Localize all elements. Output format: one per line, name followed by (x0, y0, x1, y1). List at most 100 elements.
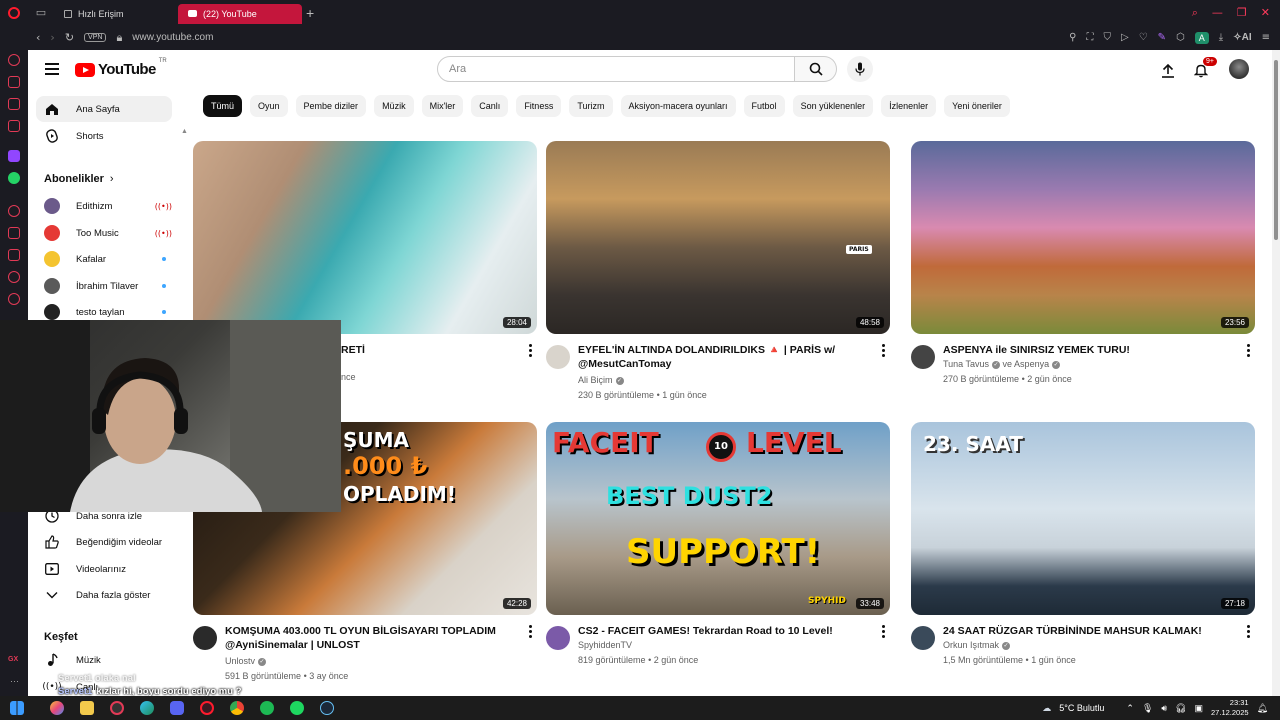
profile-button[interactable]: A (1194, 31, 1209, 44)
more-options-icon[interactable] (529, 344, 533, 357)
video-thumbnail[interactable]: FACEIT 10 LEVEL BEST DUST2 SUPPORT! SPYH… (546, 422, 890, 615)
video-title[interactable]: EYFEL'İN ALTINDA DOLANDIRILDIKS 🔺 | PARİ… (578, 343, 868, 371)
more-options-icon[interactable] (529, 625, 533, 638)
download-icon[interactable]: ⤓ (1219, 32, 1223, 43)
close-icon[interactable]: ✕ (1261, 6, 1270, 20)
sidebar-item-show-more[interactable]: Daha fazla göster (36, 582, 172, 608)
chip[interactable]: Müzik (374, 95, 414, 117)
snapshot-icon[interactable]: ⛶ (1086, 32, 1093, 43)
chip[interactable]: İzlenenler (881, 95, 937, 117)
account-avatar[interactable] (1229, 59, 1249, 79)
chip-all[interactable]: Tümü (203, 95, 243, 117)
spotify-icon[interactable] (260, 701, 274, 715)
messenger-icon[interactable] (8, 98, 20, 110)
sidebar-item-music[interactable]: Müzik (36, 647, 172, 673)
more-options-icon[interactable] (882, 344, 886, 357)
maximize-icon[interactable]: ❐ (1237, 6, 1247, 20)
steam-icon[interactable] (320, 701, 334, 715)
whatsapp-icon[interactable] (8, 172, 20, 184)
tab-quick-access[interactable]: Hızlı Erişim (54, 4, 178, 24)
channel-avatar[interactable] (546, 345, 570, 369)
weather-icon[interactable]: ☁ (1042, 703, 1051, 714)
reload-icon[interactable]: ↻ (65, 31, 74, 44)
more-icon[interactable]: ··· (10, 676, 19, 686)
spotify-alt-icon[interactable] (290, 701, 304, 715)
youtube-logo[interactable]: YouTube TR (75, 58, 167, 78)
scroll-up-icon[interactable]: ▲ (181, 128, 188, 135)
video-channel[interactable]: Ali Biçim ✓ (578, 373, 878, 388)
more-options-icon[interactable] (882, 625, 886, 638)
subscription-item[interactable]: Kafalar (36, 246, 172, 272)
video-channel[interactable]: SpyhiddenTV (578, 638, 878, 653)
channel-name[interactable]: SpyhiddenTV (578, 640, 632, 650)
tray-overflow-icon[interactable]: ⌃ (1126, 703, 1134, 714)
channel-extra[interactable]: ve Aspenya (1003, 359, 1050, 369)
sidebar-item-shorts[interactable]: Shorts (36, 123, 172, 149)
notifications-button[interactable]: 9+ (1191, 57, 1217, 80)
subscriptions-heading[interactable]: Abonelikler › (44, 173, 114, 185)
wallet-icon[interactable] (8, 227, 20, 239)
subscription-item[interactable]: Too Music ((•)) (36, 220, 172, 246)
sidebar-item-your-videos[interactable]: Videolarınız (36, 556, 172, 582)
network-icon[interactable]: ▣ (1195, 703, 1204, 714)
chip[interactable]: Pembe diziler (295, 95, 367, 117)
vpn-badge[interactable]: VPN (84, 33, 107, 42)
chip[interactable]: Yeni öneriler (944, 95, 1010, 117)
opera-icon[interactable] (200, 701, 214, 715)
edge-icon[interactable] (140, 701, 154, 715)
subscription-item[interactable]: Edithizm ((•)) (36, 193, 172, 219)
video-card[interactable]: 23. SAAT 27:18 24 SAAT RÜZGAR TÜRBİNİNDE… (911, 422, 1255, 692)
pin-icon[interactable]: ⚲ (1069, 32, 1076, 43)
chip[interactable]: Turizm (569, 95, 613, 117)
easy-setup-icon[interactable]: ✎ (1158, 32, 1166, 43)
chrome-icon[interactable] (230, 701, 244, 715)
file-explorer-icon[interactable] (80, 701, 94, 715)
chip[interactable]: Mix'ler (421, 95, 464, 117)
video-title[interactable]: 24 SAAT RÜZGAR TÜRBİNİNDE MAHSUR KALMAK! (943, 624, 1233, 638)
tab-menu-icon[interactable]: ▭ (28, 6, 54, 19)
bookmark-icon[interactable] (8, 249, 20, 261)
chip[interactable]: Canlı (471, 95, 509, 117)
new-tab-button[interactable]: + (306, 5, 314, 21)
chip[interactable]: Fitness (516, 95, 562, 117)
history-icon[interactable] (8, 271, 20, 283)
chip[interactable]: Futbol (743, 95, 785, 117)
video-card[interactable]: 23:56 ASPENYA ile SINIRSIZ YEMEK TURU! T… (911, 141, 1255, 401)
channel-avatar[interactable] (193, 626, 217, 650)
tab-youtube[interactable]: (22) YouTube (178, 3, 302, 24)
search-input[interactable]: Ara (437, 56, 795, 82)
extensions-icon[interactable]: ⬡ (1176, 32, 1185, 43)
video-thumbnail[interactable]: PARIS 48:58 (546, 141, 890, 334)
player-sidebar-icon[interactable] (8, 205, 20, 217)
briefcase-icon[interactable] (8, 76, 20, 88)
adblock-icon[interactable]: ⛉ (1103, 32, 1111, 43)
channel-name[interactable]: Unlostv (225, 656, 255, 666)
video-channel[interactable]: Tuna Tavus ✓ ve Aspenya ✓ (943, 357, 1243, 372)
video-title[interactable]: KOMŞUMA 403.000 TL OYUN BİLGİSAYARI TOPL… (225, 624, 515, 652)
volume-icon[interactable]: 🔊︎ (1161, 703, 1167, 714)
back-icon[interactable]: ‹ (36, 31, 40, 44)
create-button[interactable] (1158, 60, 1178, 80)
headset-icon[interactable]: 🎧︎ (1175, 703, 1186, 714)
chip[interactable]: Aksiyon-macera oyunları (620, 95, 736, 117)
copilot-icon[interactable] (50, 701, 64, 715)
page-scrollbar[interactable] (1272, 50, 1280, 696)
sidebar-item-home[interactable]: Ana Sayfa (36, 96, 172, 122)
video-card[interactable]: PARIS 48:58 EYFEL'İN ALTINDA DOLANDIRILD… (546, 141, 890, 401)
chip[interactable]: Oyun (250, 95, 288, 117)
channel-name[interactable]: Tuna Tavus (943, 359, 989, 369)
heart-icon[interactable]: ♡ (1139, 32, 1148, 43)
browser-menu-icon[interactable]: ≡ (1262, 32, 1270, 43)
channel-avatar[interactable] (911, 626, 935, 650)
video-thumbnail[interactable]: 23. SAAT 27:18 (911, 422, 1255, 615)
video-thumbnail[interactable]: 28:04 (193, 141, 537, 334)
video-channel[interactable]: Orkun Işıtmak ✓ (943, 638, 1243, 653)
search-button[interactable] (795, 56, 837, 82)
more-options-icon[interactable] (1247, 625, 1251, 638)
windows-start-icon[interactable] (10, 701, 24, 715)
video-channel[interactable]: Unlostv ✓ (225, 654, 525, 669)
discord-icon[interactable] (170, 701, 184, 715)
settings-icon[interactable] (8, 293, 20, 305)
opera-gx-icon[interactable] (110, 701, 124, 715)
notification-center-icon[interactable]: 🔔︎ (1257, 703, 1268, 714)
